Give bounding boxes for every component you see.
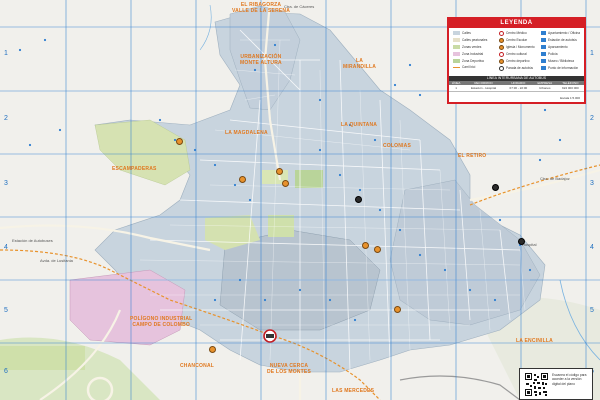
qr-code-icon[interactable] (524, 372, 549, 397)
road-label-west: Avda. de Lusitania (40, 258, 73, 263)
map-canvas[interactable]: 1 2 3 4 5 6 1 2 3 4 5 6 EL RIBAGORZA VAL… (0, 0, 600, 400)
legend-panel: LEYENDA Calles Calles peatonales Zonas v… (447, 17, 586, 104)
legend-icon-church (499, 45, 504, 50)
grid-number-left-5: 5 (4, 307, 8, 314)
grid-number-left-6: 6 (4, 368, 8, 375)
district-label-las-mercedes: LAS MERCEDES (332, 388, 375, 394)
legend-item: Policía (548, 52, 558, 56)
poi-marker-dark[interactable] (518, 238, 525, 245)
district-label-poligono: POLÍGONO INDUSTRIAL CAMPO DE COLOMBO (130, 316, 193, 328)
scale-label: Escala 1:5.000 (560, 96, 580, 100)
industrial-zone (69, 269, 186, 346)
legend-icon-townhall (541, 31, 546, 35)
legend-item: Centro Médico (506, 31, 527, 35)
legend-swatch-green (453, 45, 460, 49)
legend-swatch-sport (453, 59, 460, 63)
legend-item: Calles (462, 31, 471, 35)
grid-number-right-5: 5 (590, 307, 594, 314)
grid-number-right-1: 1 (590, 50, 594, 57)
road-label-east: Ctra. de Badajoz (540, 176, 570, 181)
legend-swatch-streets (453, 31, 460, 35)
legend-title: LEYENDA (449, 19, 584, 28)
district-label-la-encinilla: LA ENCINILLA (516, 338, 553, 344)
poi-marker-dark[interactable] (492, 184, 499, 191)
legend-swatch-industrial (453, 52, 460, 56)
legend-item: Ayuntamiento / Oficina (548, 31, 581, 35)
district-label-chanconal: CHANCONAL (180, 363, 215, 369)
legend-item: Punto de información (548, 66, 579, 70)
legend-icon-sport (499, 59, 504, 64)
legend-item: Centro cultural (506, 52, 527, 56)
bus-table-cell: 1 (449, 85, 464, 92)
legend-icon-culture (499, 52, 504, 57)
legend-icon-police (541, 52, 546, 56)
district-label-el-retiro: EL RETIRO (458, 153, 487, 159)
district-label-la-magdalena: LA MAGDALENA (225, 130, 268, 136)
legend-swatch-bike (453, 67, 460, 68)
grid-number-left-3: 3 (4, 180, 8, 187)
poi-marker[interactable] (176, 138, 183, 145)
poi-marker[interactable] (282, 180, 289, 187)
poi-marker-dark[interactable] (355, 196, 362, 203)
road-label-north: Ctra. de Cáceres (284, 4, 315, 9)
poi-marker[interactable] (209, 346, 216, 353)
legend-icon-info (541, 66, 546, 70)
qr-description: Escanea el código para acceder a la vers… (552, 373, 587, 386)
legend-icon-bus-station (541, 38, 546, 42)
poi-marker[interactable] (374, 246, 381, 253)
legend-item: Aparcamiento (548, 45, 568, 49)
legend-swatch-pedestrian (453, 38, 460, 42)
bus-table-cell: 07:30 - 22:00 (503, 85, 533, 92)
district-label-nueva-cerca: NUEVA CERCA DE LOS MONTES (267, 363, 311, 375)
grid-number-left-1: 1 (4, 50, 8, 57)
poi-marker[interactable] (276, 168, 283, 175)
legend-item: Zona Industrial (462, 52, 484, 56)
legend-item: Centro deportivo (506, 59, 530, 63)
bus-table-cell: Urbanos (532, 85, 557, 92)
district-label-la-mirandilla: LA MIRANDILLA (343, 58, 377, 70)
legend-icon-school (499, 38, 504, 43)
grid-number-left-4: 4 (4, 244, 8, 251)
legend-item: Carril bici (462, 65, 476, 69)
bus-table-cell: Estación - Hospital (463, 85, 504, 92)
legend-item: Parada de autobús (506, 66, 533, 70)
poi-marker[interactable] (239, 176, 246, 183)
legend-item: Iglesia / Monumento (506, 45, 535, 49)
legend-icon-museum (541, 59, 546, 63)
grid-number-right-2: 2 (590, 115, 594, 122)
legend-item: Zona Deportiva (462, 59, 484, 63)
legend-item: Centro Escolar (506, 38, 528, 42)
grid-number-right-3: 3 (590, 180, 594, 187)
district-label-ribagorza: EL RIBAGORZA VALLE DE LA SERENA (232, 2, 291, 14)
qr-panel[interactable]: Escanea el código para acceder a la vers… (519, 368, 593, 400)
legend-item: Museo / Biblioteca (548, 59, 575, 63)
district-label-monte-altura: URBANIZACIÓN MONTE ALTURA (240, 54, 282, 66)
legend-icon-bus-stop (499, 66, 504, 71)
legend-icon-medical (499, 31, 504, 36)
bus-station-label: Estación de Autobuses (12, 238, 53, 243)
poi-marker[interactable] (362, 242, 369, 249)
bus-table-cell: 924 000 000 (556, 85, 584, 92)
legend-item: Calles peatonales (462, 38, 488, 42)
grid-number-left-2: 2 (4, 115, 8, 122)
legend-items: Calles Calles peatonales Zonas verdes Zo… (449, 28, 584, 76)
district-label-colonias: COLONIAS (383, 143, 411, 149)
legend-item: Zonas verdes (462, 45, 482, 49)
bus-line-table: LÍNEA RECORRIDO HORARIO EMPRESA TELÉFONO… (449, 81, 584, 92)
legend-icon-parking (541, 45, 546, 49)
district-label-la-quintana: LA QUINTANA (341, 122, 378, 128)
poi-marker[interactable] (394, 306, 401, 313)
district-label-escampaderas: ESCAMPADERAS (112, 166, 157, 172)
legend-item: Estación de autobús (548, 38, 577, 42)
grid-number-right-4: 4 (590, 244, 594, 251)
table-row: 1 Estación - Hospital 07:30 - 22:00 Urba… (449, 85, 584, 92)
